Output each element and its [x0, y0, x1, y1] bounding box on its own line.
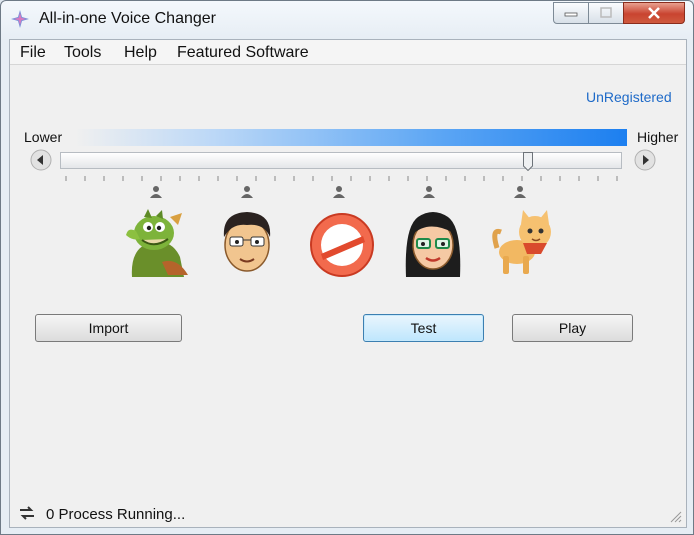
person-marker-icon	[423, 186, 435, 198]
lower-label: Lower	[24, 129, 63, 145]
person-marker-icon	[514, 186, 526, 198]
title-bar[interactable]: All-in-one Voice Changer	[1, 1, 693, 37]
pitch-gradient-bar	[75, 129, 627, 146]
close-button[interactable]	[623, 2, 685, 24]
menu-featured-software[interactable]: Featured Software	[177, 44, 309, 62]
status-text: 0 Process Running...	[46, 506, 186, 523]
woman-avatar-icon[interactable]	[398, 207, 468, 277]
no-effect-icon[interactable]	[307, 210, 377, 280]
unregistered-link[interactable]: UnRegistered	[586, 89, 672, 105]
menu-help[interactable]: Help	[124, 44, 157, 62]
dragon-avatar-icon[interactable]	[122, 207, 192, 277]
window-title: All-in-one Voice Changer	[39, 10, 216, 27]
maximize-button[interactable]	[588, 2, 624, 24]
person-marker-icon	[241, 186, 253, 198]
slider-ticks	[65, 176, 618, 181]
higher-label: Higher	[637, 129, 679, 145]
resize-grip-icon[interactable]	[670, 511, 682, 523]
app-logo-icon	[11, 10, 29, 28]
play-button[interactable]: Play	[512, 314, 633, 342]
transfer-arrows-icon	[20, 506, 34, 520]
pitch-slider-thumb[interactable]	[523, 152, 534, 171]
man-avatar-icon[interactable]	[212, 207, 282, 277]
minimize-button[interactable]	[553, 2, 589, 24]
person-marker-icon	[150, 186, 162, 198]
menu-bar: File Tools Help Featured Software	[10, 40, 686, 65]
cat-avatar-icon[interactable]	[487, 208, 557, 278]
import-button[interactable]: Import	[35, 314, 182, 342]
menu-tools[interactable]: Tools	[64, 44, 101, 62]
app-window: All-in-one Voice Changer File Tools Help…	[0, 0, 694, 535]
menu-file[interactable]: File	[20, 44, 46, 62]
person-marker-icon	[333, 186, 345, 198]
pitch-slider-track[interactable]	[60, 152, 622, 169]
test-button[interactable]: Test	[363, 314, 484, 342]
pitch-decrease-button[interactable]	[30, 149, 52, 171]
client-area: File Tools Help Featured Software UnRegi…	[9, 39, 687, 528]
pitch-increase-button[interactable]	[634, 149, 656, 171]
